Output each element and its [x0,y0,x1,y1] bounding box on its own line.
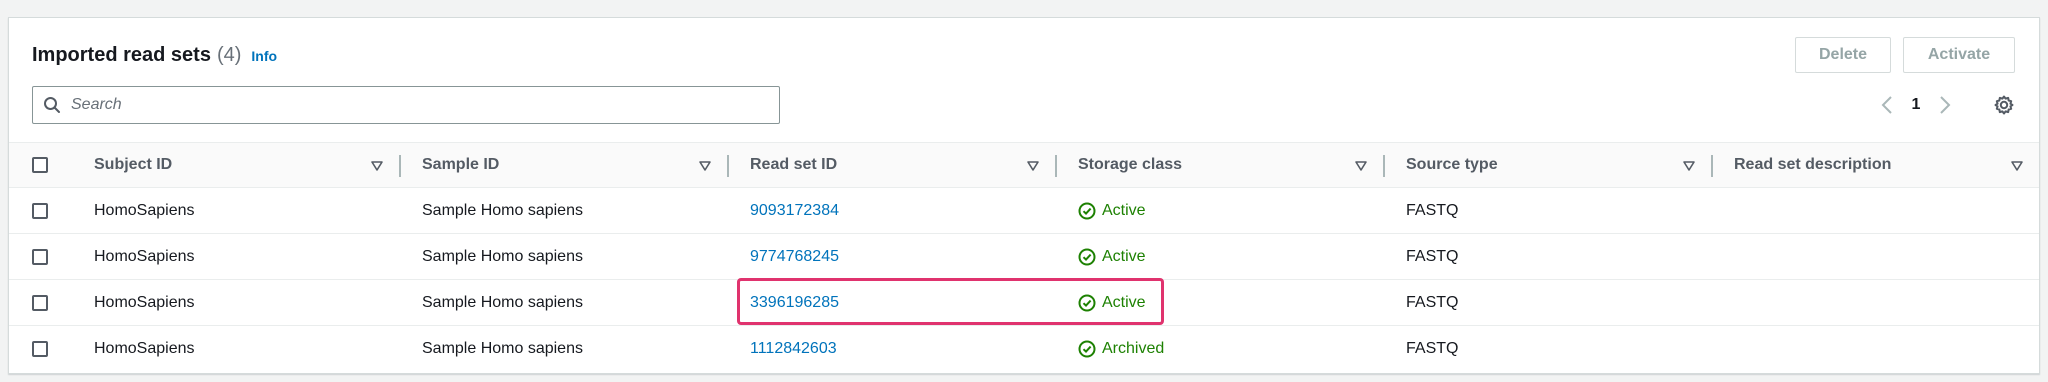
table-row: HomoSapiens Sample Homo sapiens 33961962… [9,280,2039,326]
chevron-left-icon[interactable] [1879,94,1895,116]
column-divider[interactable] [1383,155,1385,177]
subject-id-cell: HomoSapiens [94,293,195,311]
check-circle-icon [1078,248,1096,265]
source-type-cell: FASTQ [1406,247,1459,265]
source-type-cell: FASTQ [1406,293,1459,311]
column-header-sample-id[interactable]: Sample ID [422,143,499,187]
check-circle-icon [1078,202,1096,219]
read-set-id-link[interactable]: 3396196285 [750,280,839,325]
gear-icon[interactable] [1992,93,2016,117]
row-checkbox[interactable] [32,341,48,357]
column-divider[interactable] [399,155,401,177]
caret-down-icon[interactable] [370,159,384,173]
column-divider[interactable] [1711,155,1713,177]
read-set-id-link[interactable]: 9774768245 [750,234,839,279]
subject-id-cell: HomoSapiens [94,340,195,357]
read-sets-table: Subject ID Sample ID Read set ID Storage… [9,142,2039,372]
storage-class-cell: Active [1078,188,1146,233]
select-all-checkbox[interactable] [32,157,48,173]
row-select-cell [32,234,48,279]
table-header: Subject ID Sample ID Read set ID Storage… [9,142,2039,188]
chevron-right-icon[interactable] [1937,94,1953,116]
column-header-storage-class[interactable]: Storage class [1078,143,1182,187]
storage-class-cell: Archived [1078,326,1164,372]
row-select-cell [32,280,48,325]
check-circle-icon [1078,340,1096,358]
status-label: Active [1102,201,1146,219]
read-sets-panel: Imported read sets (4) Info Delete Activ… [8,17,2040,374]
subject-id-cell: HomoSapiens [94,247,195,265]
read-set-id-link[interactable]: 9093172384 [750,188,839,233]
column-header-source-type[interactable]: Source type [1406,143,1498,187]
select-all-cell [32,143,48,187]
sample-id-cell: Sample Homo sapiens [422,247,583,265]
status-label: Archived [1102,340,1165,357]
caret-down-icon[interactable] [2010,159,2024,173]
panel-title: Imported read sets [32,44,211,66]
sample-id-cell: Sample Homo sapiens [422,201,583,219]
info-link[interactable]: Info [251,48,277,64]
item-count: (4) [216,44,242,66]
row-checkbox[interactable] [32,202,48,219]
column-header-subject-id[interactable]: Subject ID [94,143,172,187]
caret-down-icon[interactable] [1026,159,1040,173]
sample-id-cell: Sample Homo sapiens [422,340,583,357]
sample-id-cell: Sample Homo sapiens [422,293,583,311]
status-label: Active [1102,247,1146,265]
row-select-cell [32,188,48,233]
table-row: HomoSapiens Sample Homo sapiens 11128426… [9,326,2039,372]
caret-down-icon[interactable] [698,159,712,173]
table-row: HomoSapiens Sample Homo sapiens 97747682… [9,234,2039,280]
row-checkbox[interactable] [32,248,48,265]
status-label: Active [1102,293,1146,311]
search-input[interactable] [71,90,751,120]
panel-header: Imported read sets (4) Info [32,44,277,67]
search-box [32,86,780,124]
delete-button[interactable]: Delete [1795,37,1891,73]
column-header-read-set-description[interactable]: Read set description [1734,143,1891,187]
check-circle-icon [1078,294,1096,311]
source-type-cell: FASTQ [1406,340,1459,357]
column-header-read-set-id[interactable]: Read set ID [750,143,837,187]
caret-down-icon[interactable] [1354,159,1368,173]
storage-class-cell: Active [1078,280,1146,325]
page-number[interactable]: 1 [1909,96,1923,114]
activate-button[interactable]: Activate [1903,37,2015,73]
table-row: HomoSapiens Sample Homo sapiens 90931723… [9,188,2039,234]
caret-down-icon[interactable] [1682,159,1696,173]
subject-id-cell: HomoSapiens [94,201,195,219]
row-select-cell [32,326,48,372]
row-checkbox[interactable] [32,294,48,311]
search-icon [33,86,71,124]
column-divider[interactable] [1055,155,1057,177]
source-type-cell: FASTQ [1406,201,1459,219]
read-set-id-link[interactable]: 1112842603 [750,326,837,372]
storage-class-cell: Active [1078,234,1146,279]
pagination: 1 [1879,94,1953,116]
column-divider[interactable] [727,155,729,177]
